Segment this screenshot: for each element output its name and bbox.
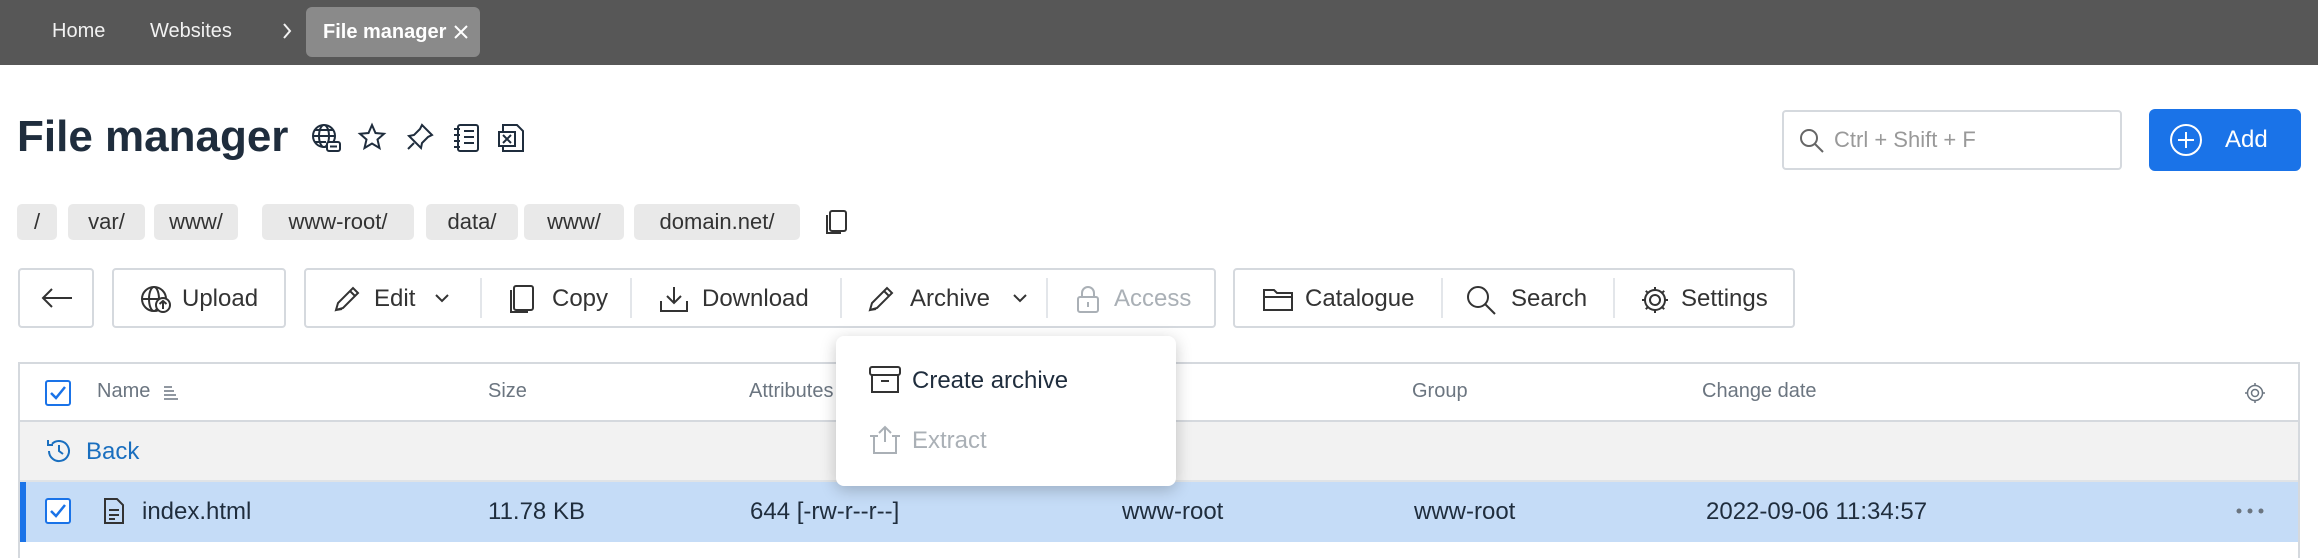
column-change-date[interactable]: Change date [1702,380,1817,403]
extract-icon [868,424,902,456]
chevron-down-icon [1012,290,1028,306]
toolbar-group-file-actions: Edit Copy Download Archive Access [304,268,1216,328]
settings-label: Settings [1681,285,1768,312]
catalogue-button[interactable]: Catalogue [1235,270,1441,326]
chevron-right-icon [278,20,296,42]
catalogue-label: Catalogue [1305,285,1415,312]
more-options-icon[interactable] [2236,508,2264,514]
edit-button[interactable]: Edit [306,270,478,326]
upload-label: Upload [182,285,259,312]
globe-upload-icon [140,284,172,314]
copy-button[interactable]: Copy [482,270,630,326]
add-button-label: Add [2225,126,2268,153]
back-arrow-button[interactable] [20,270,92,326]
access-label: Access [1114,285,1192,312]
tab-file-manager[interactable]: File manager [306,7,480,57]
copy-icon [508,284,536,314]
file-icon [102,497,126,525]
toolbar-group-view: Catalogue Search Settings [1233,268,1795,328]
file-name[interactable]: index.html [142,498,251,526]
breadcrumb-item[interactable]: www-root/ [262,204,414,240]
copy-label: Copy [552,285,609,312]
tab-file-manager-label: File manager [323,21,447,43]
edit-label: Edit [374,285,416,312]
search-icon [1798,127,1826,155]
folder-icon [1261,284,1295,314]
excel-icon[interactable] [497,122,527,154]
breadcrumb-item[interactable]: data/ [426,204,518,240]
file-attributes: 644 [-rw-r--r--] [750,498,900,525]
breadcrumb-item[interactable]: www/ [154,204,238,240]
column-settings-icon[interactable] [2244,382,2266,404]
breadcrumb-item[interactable]: var/ [68,204,145,240]
select-all-checkbox[interactable] [45,380,71,406]
log-icon[interactable] [452,122,482,154]
file-change-date: 2022-09-06 11:34:57 [1706,498,1928,525]
sort-icon [162,384,180,400]
column-size[interactable]: Size [488,380,527,403]
history-back-icon [44,436,74,466]
settings-button[interactable]: Settings [1615,270,1793,326]
copy-path-icon[interactable] [824,209,848,235]
tab-home[interactable]: Home [52,0,105,65]
column-name-label: Name [97,380,151,402]
column-group[interactable]: Group [1412,380,1468,403]
breadcrumb-item[interactable]: / [17,204,57,240]
globe-icon[interactable] [310,122,342,154]
download-label: Download [702,285,809,312]
tab-websites[interactable]: Websites [150,0,232,65]
close-icon[interactable] [453,24,469,40]
chevron-down-icon [434,290,450,306]
gear-icon [1639,284,1671,316]
plus-circle-icon [2169,123,2203,157]
page-title: File manager [17,112,289,161]
access-button[interactable]: Access [1048,270,1214,326]
search-button[interactable]: Search [1443,270,1613,326]
file-group: www-root [1414,498,1516,525]
file-owner: www-root [1122,498,1224,525]
upload-button[interactable]: Upload [114,270,284,326]
search-label: Search [1511,285,1588,312]
pin-icon[interactable] [405,122,435,152]
toolbar-group-back [18,268,94,328]
pencil-icon [332,284,362,314]
archive-button[interactable]: Archive [842,270,1054,326]
column-attributes[interactable]: Attributes [749,380,833,403]
star-icon[interactable] [357,122,387,152]
file-size: 11.78 KB [488,498,585,525]
download-button[interactable]: Download [632,270,840,326]
search-icon [1465,284,1497,316]
column-name[interactable]: Name [97,380,180,403]
table-row[interactable]: index.html 11.78 KB 644 [-rw-r--r--] www… [20,482,2298,542]
arrow-left-icon [40,286,74,310]
back-label: Back [86,438,140,465]
archive-dropdown-menu: Create archive Extract [836,336,1176,486]
add-button[interactable]: Add [2149,109,2301,171]
lock-icon [1074,284,1102,314]
breadcrumb-item[interactable]: domain.net/ [634,204,800,240]
archive-label: Archive [910,285,991,312]
pencil-icon [866,284,898,314]
create-archive-label: Create archive [912,367,1069,394]
search-field[interactable] [1782,110,2122,170]
download-icon [658,284,690,314]
toolbar-group-upload: Upload [112,268,286,328]
search-input[interactable] [1834,122,2109,158]
top-tab-bar: Home Websites File manager [0,0,2318,65]
archive-box-icon [868,364,902,396]
breadcrumb-item[interactable]: www/ [524,204,624,240]
extract-label: Extract [912,427,987,454]
row-checkbox[interactable] [45,498,71,524]
